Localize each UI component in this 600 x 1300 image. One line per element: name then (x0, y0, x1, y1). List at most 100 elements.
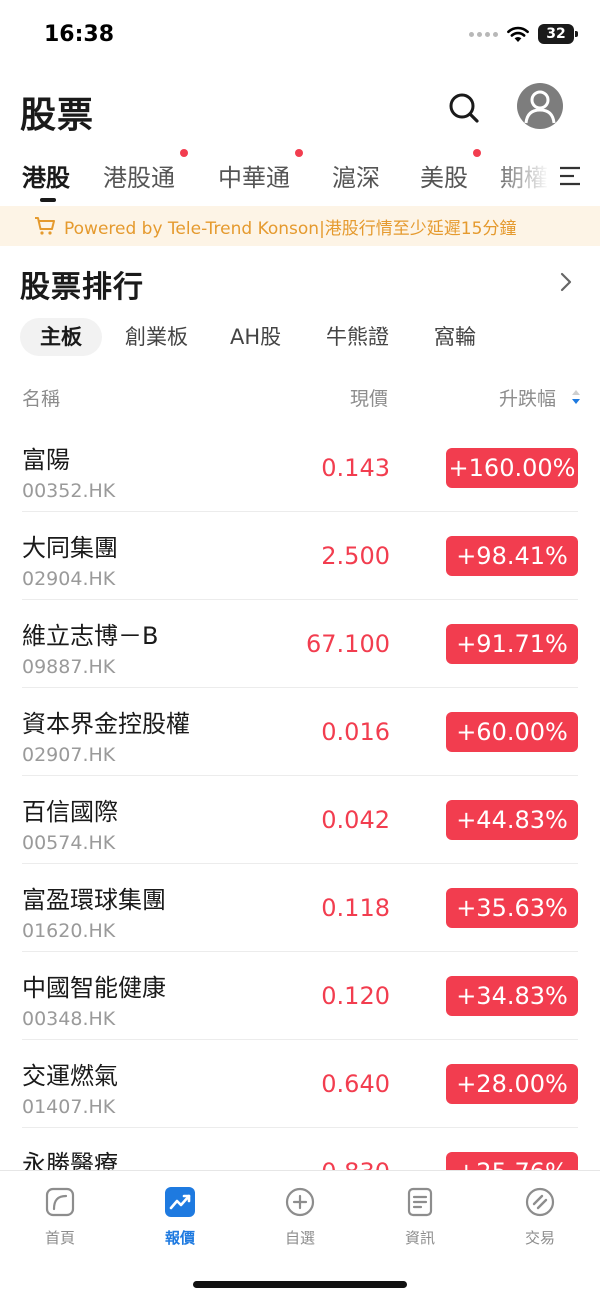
bottom-nav: 首頁 報價 自選 資訊 交易 (0, 1170, 600, 1300)
change-badge: +98.41% (446, 536, 578, 576)
table-row[interactable]: 交運燃氣 01407.HK 0.640 +28.00% (0, 1040, 600, 1128)
trade-icon (525, 1187, 555, 1217)
status-time: 16:38 (44, 22, 115, 47)
nav-news-label: 資訊 (404, 1229, 435, 1247)
table-row[interactable]: 大同集團 02904.HK 2.500 +98.41% (0, 512, 600, 600)
stock-price: 0.016 (321, 718, 390, 746)
avatar[interactable] (517, 83, 563, 129)
status-bar: 16:38 32 (0, 0, 600, 72)
tab-us-stocks-dot (473, 149, 481, 157)
stock-code: 00574.HK (22, 832, 116, 854)
search-icon (449, 93, 479, 123)
stock-code: 00352.HK (22, 480, 116, 502)
change-badge: +160.00% (446, 448, 578, 488)
stock-name: 中國智能健康 (22, 974, 166, 1002)
nav-news[interactable]: 資訊 (380, 1185, 460, 1255)
tab-hk-connect[interactable]: 港股通 (103, 158, 175, 193)
stock-price: 67.100 (306, 630, 390, 658)
stock-code: 02904.HK (22, 568, 116, 590)
user-icon (524, 90, 556, 124)
shopping-cart-icon (35, 217, 55, 235)
stock-name: 富陽 (22, 446, 70, 474)
stock-list: 富陽 00352.HK 0.143 +160.00% 大同集團 02904.HK… (0, 424, 600, 1170)
page-header: 股票 (0, 80, 600, 140)
nav-home[interactable]: 首頁 (20, 1185, 100, 1255)
stock-code: 02907.HK (22, 744, 116, 766)
tab-us-stocks[interactable]: 美股 (420, 158, 468, 193)
nav-quotes[interactable]: 報價 (140, 1185, 220, 1255)
stock-name: 富盈環球集團 (22, 886, 166, 914)
change-badge: +25.76% (446, 1152, 578, 1170)
stock-code: 01620.HK (22, 920, 116, 942)
search-button[interactable] (444, 88, 484, 128)
menu-icon (560, 166, 580, 186)
battery-icon: 32 (538, 24, 578, 44)
quote-chart-icon (165, 1187, 195, 1217)
table-row[interactable]: 資本界金控股權 02907.HK 0.016 +60.00% (0, 688, 600, 776)
nav-trade[interactable]: 交易 (500, 1185, 580, 1255)
stock-name: 永勝醫療 (22, 1150, 118, 1170)
tabs-fade (490, 152, 560, 204)
tab-china-connect-dot (295, 149, 303, 157)
tab-shanghai-shenzhen[interactable]: 滬深 (332, 158, 380, 193)
stock-name: 交運燃氣 (22, 1062, 118, 1090)
section-more-button[interactable] (556, 270, 576, 294)
board-tab-cbbc[interactable]: 牛熊證 (326, 318, 389, 356)
nav-home-label: 首頁 (44, 1229, 75, 1247)
market-tabs: 港股 港股通 中華通 滬深 美股 期權 (0, 149, 600, 204)
news-icon (407, 1187, 433, 1217)
change-badge: +91.71% (446, 624, 578, 664)
tabs-menu-button[interactable] (556, 164, 584, 188)
change-badge: +34.83% (446, 976, 578, 1016)
table-row[interactable]: 中國智能健康 00348.HK 0.120 +34.83% (0, 952, 600, 1040)
add-circle-icon (285, 1187, 315, 1217)
tab-hk-stocks[interactable]: 港股 (22, 158, 70, 193)
section-title: 股票排行 (20, 270, 144, 305)
column-headers: 名稱 現價 升跌幅 (0, 380, 600, 412)
column-price[interactable]: 現價 (350, 384, 388, 411)
nav-watchlist-label: 自選 (284, 1229, 315, 1247)
change-badge: +35.63% (446, 888, 578, 928)
sort-icon[interactable] (570, 388, 582, 406)
stock-name: 資本界金控股權 (22, 710, 190, 738)
active-tab-indicator (40, 198, 56, 202)
column-change[interactable]: 升跌幅 (499, 384, 556, 411)
stock-price: 0.830 (321, 1158, 390, 1170)
table-row[interactable]: 富陽 00352.HK 0.143 +160.00% (0, 424, 600, 512)
stock-price: 0.042 (321, 806, 390, 834)
stock-price: 0.640 (321, 1070, 390, 1098)
stock-name: 大同集團 (22, 534, 118, 562)
page-title: 股票 (20, 95, 95, 136)
battery-level: 32 (546, 26, 566, 42)
tab-china-connect[interactable]: 中華通 (218, 158, 290, 193)
stock-name: 維立志博－B (22, 622, 159, 650)
tab-hk-connect-dot (180, 149, 188, 157)
column-name: 名稱 (22, 388, 61, 410)
stock-price: 0.143 (321, 454, 390, 482)
stock-code: 01407.HK (22, 1096, 116, 1118)
table-row[interactable]: 百信國際 00574.HK 0.042 +44.83% (0, 776, 600, 864)
nav-watchlist[interactable]: 自選 (260, 1185, 340, 1255)
chevron-right-icon (560, 272, 572, 292)
stock-name: 百信國際 (22, 798, 118, 826)
status-indicators: 32 (469, 24, 578, 44)
stock-price: 0.118 (321, 894, 390, 922)
board-tab-main[interactable]: 主板 (20, 318, 102, 356)
table-row[interactable]: 富盈環球集團 01620.HK 0.118 +35.63% (0, 864, 600, 952)
home-indicator[interactable] (193, 1281, 407, 1288)
nav-trade-label: 交易 (524, 1229, 555, 1247)
cellular-signal-icon (469, 31, 498, 37)
board-tab-warrants[interactable]: 窩輪 (434, 318, 476, 356)
stock-code: 09887.HK (22, 656, 116, 678)
stock-code: 00348.HK (22, 1008, 116, 1030)
nav-quotes-label: 報價 (164, 1229, 195, 1247)
delay-notice: Powered by Tele-Trend Konson|港股行情至少延遲15分… (0, 206, 600, 246)
table-row[interactable]: 維立志博－B 09887.HK 67.100 +91.71% (0, 600, 600, 688)
board-tab-ah[interactable]: AH股 (230, 318, 281, 356)
table-row[interactable]: 永勝醫療 0.830 +25.76% (0, 1128, 600, 1170)
home-icon (45, 1187, 75, 1217)
change-badge: +28.00% (446, 1064, 578, 1104)
board-tab-gem[interactable]: 創業板 (125, 318, 188, 356)
stock-price: 2.500 (321, 542, 390, 570)
wifi-icon (507, 26, 529, 42)
